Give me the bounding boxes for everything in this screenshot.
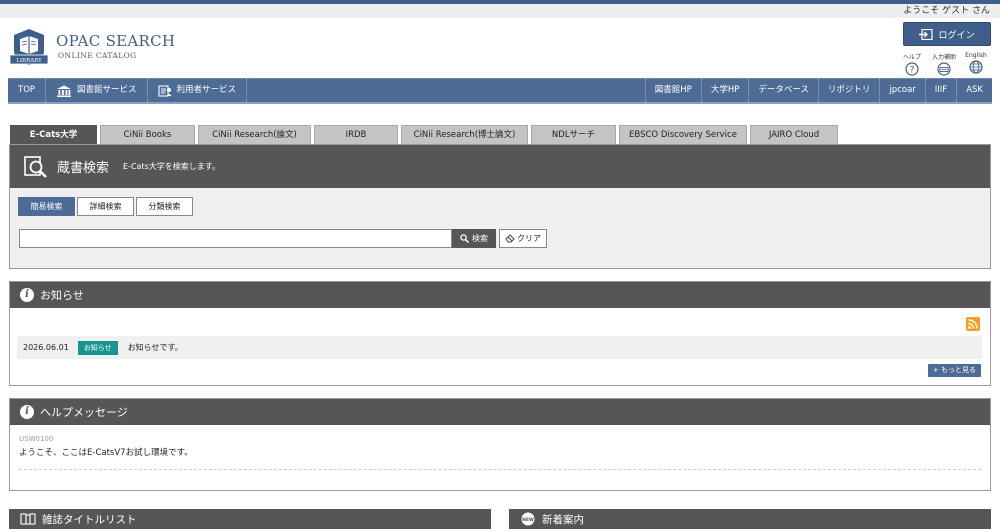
tab-cinii-books[interactable]: CiNii Books: [100, 125, 195, 144]
search-input[interactable]: [19, 229, 452, 248]
nav-library-services-label: 図書館サービス: [77, 85, 137, 95]
help-message-code: USW0100: [19, 435, 54, 443]
nav-repository[interactable]: リポジトリ: [817, 79, 880, 102]
globe-icon: [969, 60, 983, 74]
welcome-message: ようこそ ゲスト さん: [0, 4, 1000, 18]
login-label: ログイン: [938, 30, 975, 41]
main-nav: TOP 図書館サービス 利用者サービス 図書館HP 大学HP データベース リポ…: [8, 78, 992, 104]
catalog-search-panel: 蔵書検索 E-Cats大学を検索します。 簡易検索 詳細検索 分類検索 検索 ク…: [9, 144, 991, 269]
nav-library-hp[interactable]: 図書館HP: [644, 79, 701, 102]
news-text: お知らせです。: [127, 343, 183, 352]
magnifier-icon: [460, 234, 469, 243]
search-button-label: 検索: [472, 234, 488, 243]
journal-icon: [20, 513, 36, 525]
tab-cinii-research-dissertations[interactable]: CiNii Research(博士論文): [401, 125, 528, 144]
input-assist-label: 入力補助: [931, 54, 956, 61]
login-button[interactable]: ログイン: [903, 22, 991, 46]
tab-jairo-cloud[interactable]: JAIRO Cloud: [750, 125, 838, 144]
logo-title: OPAC SEARCH: [56, 32, 176, 50]
svg-text:NEW: NEW: [522, 517, 534, 523]
help-icon: ?: [905, 62, 919, 76]
tab-ndl-search[interactable]: NDLサーチ: [531, 125, 616, 144]
help-utility[interactable]: ヘルプ ?: [898, 52, 926, 76]
news-item[interactable]: 2026.06.01 お知らせ お知らせです。: [17, 336, 982, 359]
news-header: i お知らせ: [10, 282, 990, 308]
logo-subtitle: ONLINE CATALOG: [58, 51, 137, 60]
login-icon: [919, 28, 934, 40]
english-utility[interactable]: English: [962, 52, 990, 74]
journal-title-list-title: 雑誌タイトルリスト: [42, 513, 137, 526]
catalog-search-title: 蔵書検索: [57, 161, 110, 176]
nav-iiif[interactable]: IIIF: [924, 79, 956, 102]
database-tabs: E-Cats大学 CiNii Books CiNii Research(論文) …: [10, 125, 838, 144]
new-arrivals-header: NEW 新着案内: [509, 509, 991, 529]
help-divider: [19, 469, 981, 470]
tab-ebsco[interactable]: EBSCO Discovery Service: [619, 125, 747, 144]
tab-ecats[interactable]: E-Cats大学: [10, 125, 97, 144]
book-search-icon: [24, 155, 47, 178]
nav-top[interactable]: TOP: [8, 79, 47, 102]
nav-jpcoar[interactable]: jpcoar: [879, 79, 924, 102]
catalog-search-description: E-Cats大学を検索します。: [123, 162, 220, 171]
tab-irdb[interactable]: IRDB: [314, 125, 398, 144]
nav-top-label: TOP: [18, 85, 36, 95]
help-message-panel: i ヘルプメッセージ USW0100 ようこそ、ここはE-CatsV7お試し環境…: [9, 398, 991, 491]
mode-simple-search[interactable]: 簡易検索: [18, 197, 75, 216]
journal-title-list-header: 雑誌タイトルリスト: [9, 509, 491, 529]
user-service-icon: [157, 84, 172, 97]
catalog-search-header: 蔵書検索 E-Cats大学を検索します。: [10, 145, 990, 188]
help-message-title: ヘルプメッセージ: [40, 406, 128, 419]
nav-user-services-label: 利用者サービス: [176, 85, 237, 95]
news-badge: お知らせ: [77, 340, 118, 355]
search-mode-tabs: 簡易検索 詳細検索 分類検索: [18, 197, 193, 216]
more-news-button[interactable]: + もっと見る: [927, 364, 981, 377]
nav-database[interactable]: データベース: [748, 79, 818, 102]
new-arrivals-title: 新着案内: [542, 513, 584, 526]
mode-advanced-search[interactable]: 詳細検索: [77, 197, 134, 216]
nav-library-services[interactable]: 図書館サービス: [46, 79, 148, 102]
news-date: 2026.06.01: [23, 343, 69, 352]
rss-icon[interactable]: [966, 317, 980, 331]
eraser-icon: [505, 234, 515, 243]
clear-button[interactable]: クリア: [499, 229, 547, 248]
tab-cinii-research-articles[interactable]: CiNii Research(論文): [198, 125, 311, 144]
nav-external-links: 図書館HP 大学HP データベース リポジトリ jpcoar IIIF ASK: [644, 79, 992, 102]
help-utility-label: ヘルプ: [902, 54, 921, 61]
help-message-text: ようこそ、ここはE-CatsV7お試し環境です。: [19, 448, 193, 458]
english-label: English: [965, 52, 987, 59]
search-button[interactable]: 検索: [452, 229, 496, 248]
news-panel: i お知らせ 2026.06.01 お知らせ お知らせです。 + もっと見る: [9, 281, 991, 386]
nav-user-services[interactable]: 利用者サービス: [148, 79, 248, 102]
site-header: LIBRARY OPAC SEARCH ONLINE CATALOG ログイン …: [0, 18, 1000, 78]
info-icon: i: [20, 405, 34, 419]
info-icon: i: [20, 288, 34, 302]
help-message-header: i ヘルプメッセージ: [10, 399, 990, 425]
news-title: お知らせ: [40, 289, 84, 302]
library-logo-icon: LIBRARY: [10, 29, 48, 65]
mode-classification-search[interactable]: 分類検索: [136, 197, 193, 216]
keyboard-icon: [937, 62, 951, 76]
clear-button-label: クリア: [517, 234, 541, 243]
nav-ask[interactable]: ASK: [956, 79, 992, 102]
nav-university-hp[interactable]: 大学HP: [700, 79, 749, 102]
library-icon: [57, 85, 72, 97]
input-assist-utility[interactable]: 入力補助: [930, 52, 958, 76]
logo-ribbon-text: LIBRARY: [16, 58, 42, 64]
new-badge-icon: NEW: [521, 512, 535, 526]
svg-text:?: ?: [910, 66, 915, 76]
